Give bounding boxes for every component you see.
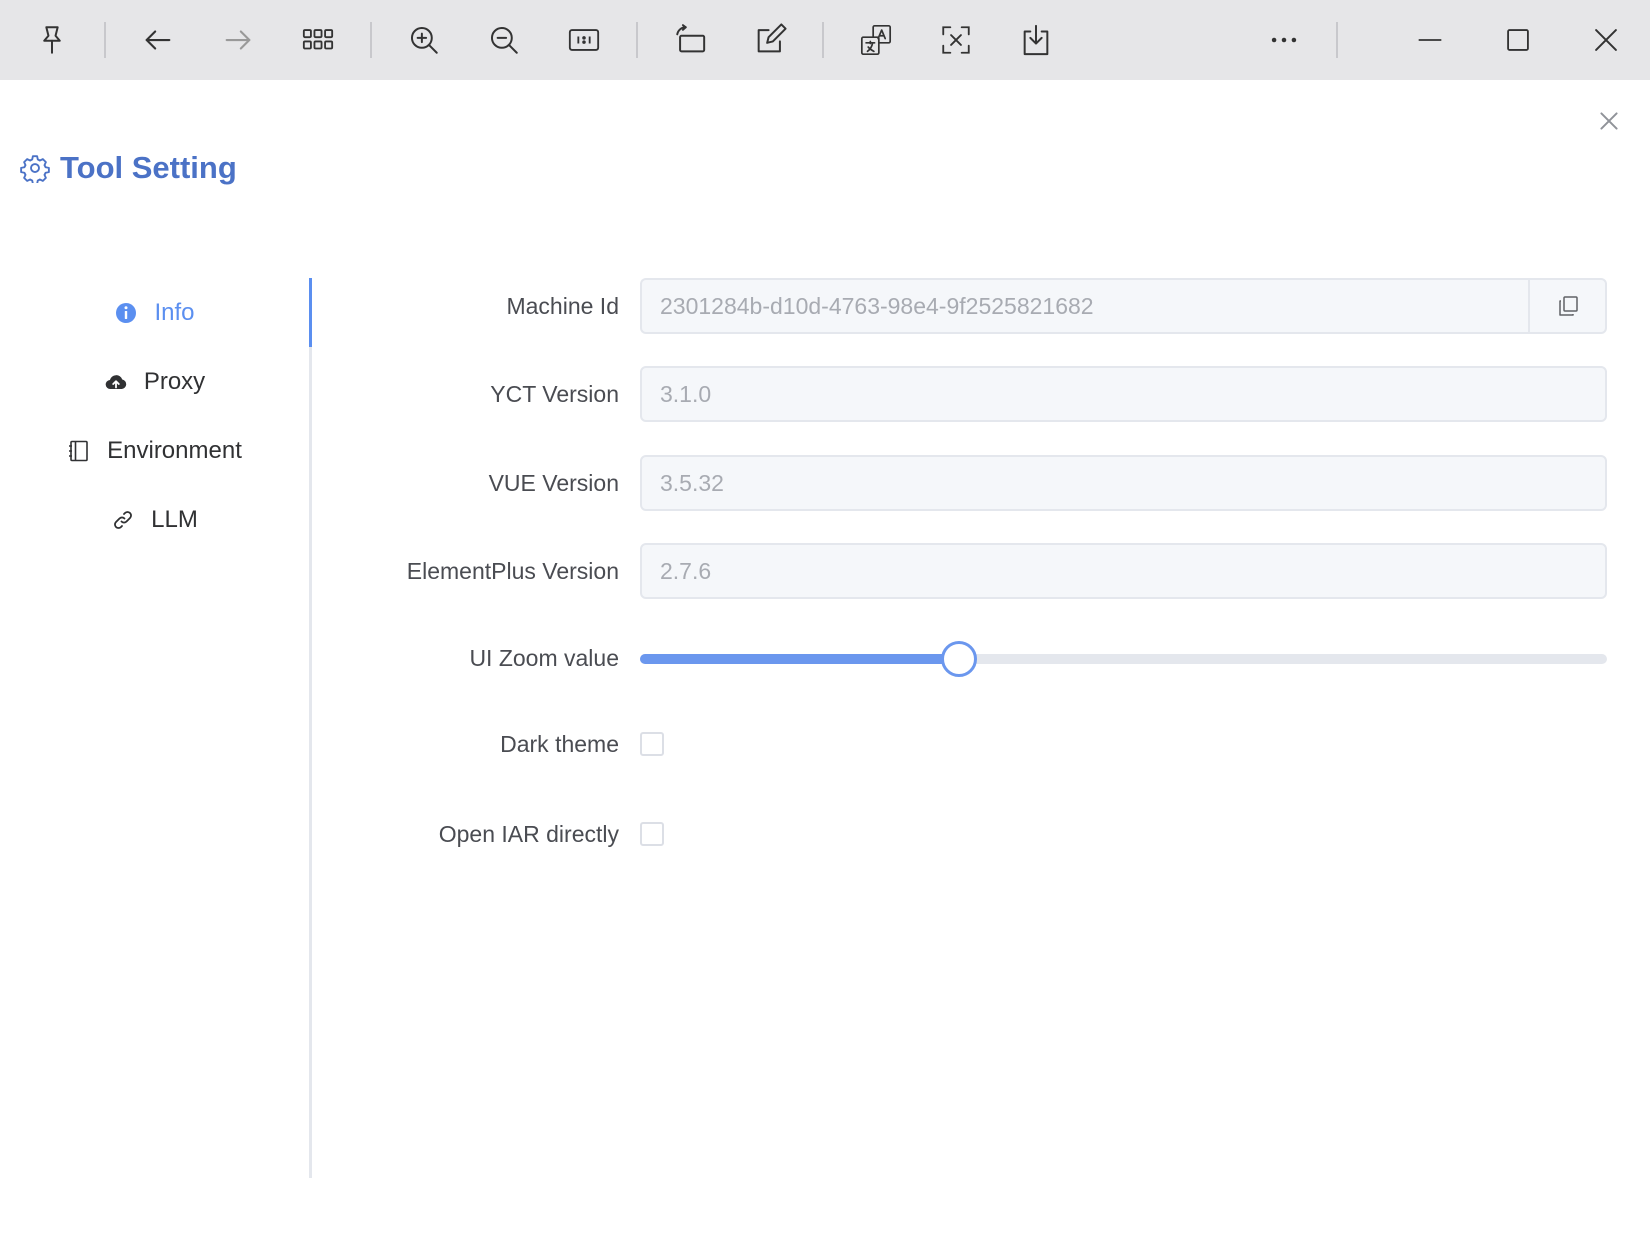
toolbar-separator bbox=[370, 22, 372, 58]
tab-info[interactable]: Info bbox=[0, 278, 312, 347]
form-row-dark-theme: Dark theme bbox=[312, 716, 1610, 772]
machine-id-input[interactable] bbox=[640, 278, 1528, 334]
cloud-upload-icon bbox=[105, 374, 127, 389]
zoom-out-icon bbox=[490, 26, 518, 54]
open-iar-label: Open IAR directly bbox=[438, 821, 619, 847]
toolbar-separator bbox=[636, 22, 638, 58]
save-button[interactable] bbox=[1014, 18, 1058, 62]
edit-button[interactable] bbox=[748, 18, 792, 62]
save-icon bbox=[1023, 24, 1049, 56]
tab-proxy[interactable]: Proxy bbox=[0, 347, 309, 416]
link-icon bbox=[114, 510, 133, 529]
form-row-machine-id: Machine Id bbox=[312, 278, 1610, 334]
zoom-in-button[interactable] bbox=[402, 18, 446, 62]
slider-fill bbox=[640, 654, 960, 664]
elementplus-version-input[interactable] bbox=[640, 543, 1607, 599]
slider-thumb[interactable] bbox=[941, 641, 978, 677]
form-row-elementplus-version: ElementPlus Version bbox=[312, 543, 1610, 599]
minimize-button[interactable] bbox=[1408, 18, 1452, 62]
grid-view-icon bbox=[302, 29, 334, 50]
vue-version-input[interactable] bbox=[640, 455, 1607, 511]
yct-version-label: YCT Version bbox=[490, 381, 619, 407]
form-row-open-iar: Open IAR directly bbox=[312, 806, 1610, 862]
pin-icon bbox=[43, 26, 61, 54]
copy-button[interactable] bbox=[1528, 278, 1607, 334]
grid-view-button[interactable] bbox=[296, 18, 340, 62]
rotate-icon bbox=[676, 24, 706, 53]
minimize-icon bbox=[1418, 39, 1442, 41]
zoom-out-button[interactable] bbox=[482, 18, 526, 62]
visual-search-button[interactable] bbox=[934, 18, 978, 62]
more-icon bbox=[1271, 37, 1297, 43]
window-close-button[interactable] bbox=[1584, 18, 1628, 62]
tool-setting-dialog: Tool Setting Info Proxy Environment LLM … bbox=[0, 80, 1650, 1240]
machine-id-label: Machine Id bbox=[506, 293, 619, 319]
maximize-button[interactable] bbox=[1496, 18, 1540, 62]
toolbar-separator bbox=[822, 22, 824, 58]
visual-search-icon bbox=[942, 26, 970, 54]
back-arrow-icon bbox=[145, 30, 171, 50]
dialog-title: Tool Setting bbox=[60, 150, 237, 185]
zoom-in-icon bbox=[410, 26, 438, 54]
tab-llm[interactable]: LLM bbox=[0, 485, 309, 554]
elementplus-version-label: ElementPlus Version bbox=[406, 558, 619, 584]
dark-theme-checkbox[interactable] bbox=[640, 732, 664, 756]
edit-icon bbox=[757, 23, 787, 53]
vue-version-label: VUE Version bbox=[488, 470, 619, 496]
tab-label: Environment bbox=[107, 436, 242, 464]
ui-zoom-slider[interactable] bbox=[640, 630, 1607, 686]
actual-size-icon bbox=[568, 29, 600, 51]
gear-icon bbox=[20, 155, 50, 183]
toolbar-separator bbox=[104, 22, 106, 58]
translate-icon bbox=[860, 24, 892, 56]
tab-label: Proxy bbox=[143, 367, 206, 395]
close-icon bbox=[1595, 29, 1617, 51]
open-iar-checkbox[interactable] bbox=[640, 822, 664, 846]
translate-button[interactable] bbox=[854, 18, 898, 62]
forward-arrow-icon bbox=[225, 30, 251, 50]
form-row-ui-zoom: UI Zoom value bbox=[312, 630, 1610, 686]
pin-button[interactable] bbox=[30, 18, 74, 62]
maximize-icon bbox=[1507, 29, 1529, 51]
form-row-yct-version: YCT Version bbox=[312, 366, 1610, 422]
forward-button[interactable] bbox=[216, 18, 260, 62]
notebook-icon bbox=[69, 440, 88, 461]
back-button[interactable] bbox=[136, 18, 180, 62]
yct-version-input[interactable] bbox=[640, 366, 1607, 422]
close-icon bbox=[1600, 112, 1618, 130]
actual-size-button[interactable] bbox=[562, 18, 606, 62]
dialog-header: Tool Setting bbox=[20, 150, 237, 186]
tab-label: Info bbox=[154, 298, 195, 326]
copy-icon bbox=[1558, 296, 1578, 316]
settings-tabs: Info Proxy Environment LLM bbox=[0, 278, 312, 1178]
toolbar-separator bbox=[1336, 22, 1338, 58]
dark-theme-label: Dark theme bbox=[500, 731, 619, 757]
rotate-button[interactable] bbox=[668, 18, 712, 62]
info-icon bbox=[116, 302, 137, 323]
tab-environment[interactable]: Environment bbox=[0, 416, 309, 485]
more-button[interactable] bbox=[1262, 18, 1306, 62]
ui-zoom-label: UI Zoom value bbox=[469, 645, 619, 671]
form-row-vue-version: VUE Version bbox=[312, 455, 1610, 511]
tab-label: LLM bbox=[151, 505, 198, 533]
viewer-toolbar bbox=[0, 0, 1650, 80]
dialog-close-button[interactable] bbox=[1592, 104, 1626, 138]
